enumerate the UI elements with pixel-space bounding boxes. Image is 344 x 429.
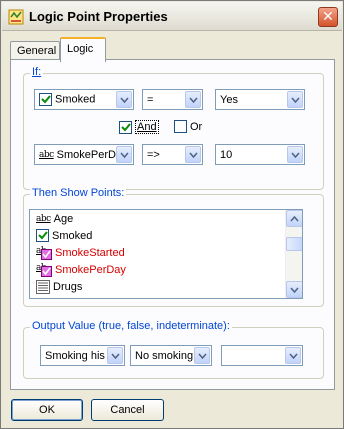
output-legend: Output Value (true, false, indeterminate… <box>30 320 232 332</box>
list-item-smokestarted[interactable]: ab SmokeStarted <box>30 244 302 261</box>
output-true-value: Smoking his <box>45 349 105 362</box>
chevron-down-icon <box>285 347 301 364</box>
chevron-down-icon <box>290 287 299 293</box>
chevron-down-icon <box>116 146 132 163</box>
list-item-label: SmokePerDay <box>55 263 126 276</box>
scroll-thumb[interactable] <box>286 237 302 251</box>
or-checkbox[interactable]: Or <box>174 120 202 133</box>
chevron-down-icon <box>185 146 201 163</box>
cancel-button[interactable]: Cancel <box>91 399 164 421</box>
if-operator-2-value: => <box>147 148 160 161</box>
if-operator-1-value: = <box>147 93 154 106</box>
list-item-label: Age <box>53 212 74 225</box>
show-points-list[interactable]: abc Age Smoked ab SmokeStarted ab SmokeP… <box>29 209 303 299</box>
list-item-smoked[interactable]: Smoked <box>30 227 302 244</box>
window-title: Logic Point Properties <box>29 9 168 24</box>
tab-general[interactable]: General <box>10 41 60 61</box>
list-item-age[interactable]: abc Age <box>30 210 302 227</box>
checkmark-icon <box>119 120 132 134</box>
output-false-value: No smoking <box>135 349 194 362</box>
if-value-select-2[interactable]: 10 <box>215 144 305 165</box>
close-icon: ✕ <box>322 9 334 25</box>
chevron-down-icon <box>107 347 123 364</box>
checkbox-icon <box>36 229 49 242</box>
list-item-smokeperday[interactable]: ab SmokePerDay <box>30 261 302 278</box>
and-label: And <box>135 120 159 134</box>
logic-point-icon <box>8 9 24 25</box>
list-item-label: Smoked <box>52 229 93 242</box>
ok-button[interactable]: OK <box>11 399 83 421</box>
chevron-down-icon <box>194 347 210 364</box>
or-label: Or <box>190 120 203 133</box>
title-bar[interactable]: Logic Point Properties ✕ <box>2 2 342 31</box>
if-operator-select-1[interactable]: = <box>142 89 203 110</box>
chevron-down-icon <box>116 91 132 108</box>
scroll-up-button[interactable] <box>286 210 302 227</box>
if-field-select-2[interactable]: abc SmokePerDa <box>34 144 134 165</box>
if-operator-select-2[interactable]: => <box>142 144 203 165</box>
close-button[interactable]: ✕ <box>318 7 338 27</box>
chevron-down-icon <box>185 91 201 108</box>
abc-text-checked-icon: ab <box>36 263 52 277</box>
if-field-1-value: Smoked <box>55 93 96 106</box>
output-false-select[interactable]: No smoking <box>130 345 212 366</box>
if-field-2-value: SmokePerDa <box>56 148 116 161</box>
list-icon <box>36 279 50 294</box>
and-checkbox[interactable]: And <box>119 120 159 134</box>
output-indeterminate-select[interactable] <box>221 345 303 366</box>
list-item-label: Drugs <box>53 280 83 293</box>
list-scrollbar[interactable] <box>285 210 302 298</box>
chevron-down-icon <box>287 91 303 108</box>
then-legend: Then Show Points: <box>30 187 127 199</box>
output-true-select[interactable]: Smoking his <box>40 345 125 366</box>
if-field-select-1[interactable]: Smoked <box>34 89 134 110</box>
if-value-select-1[interactable]: Yes <box>215 89 305 110</box>
if-value-2-value: 10 <box>220 148 233 161</box>
if-value-1-value: Yes <box>220 93 238 106</box>
chevron-down-icon <box>287 146 303 163</box>
dialog-window: Logic Point Properties ✕ General Logic I… <box>0 0 344 429</box>
if-legend: If: <box>30 66 44 78</box>
tab-logic[interactable]: Logic <box>60 37 106 62</box>
chevron-up-icon <box>290 215 299 221</box>
unchecked-box-icon <box>174 120 187 133</box>
abc-text-icon: abc <box>39 149 54 160</box>
scroll-down-button[interactable] <box>286 281 302 298</box>
abc-text-icon: abc <box>36 213 51 224</box>
list-item-label: SmokeStarted <box>55 246 125 259</box>
abc-text-checked-icon: ab <box>36 246 52 260</box>
checkbox-icon <box>39 93 52 106</box>
list-item-drugs[interactable]: Drugs <box>30 278 302 295</box>
